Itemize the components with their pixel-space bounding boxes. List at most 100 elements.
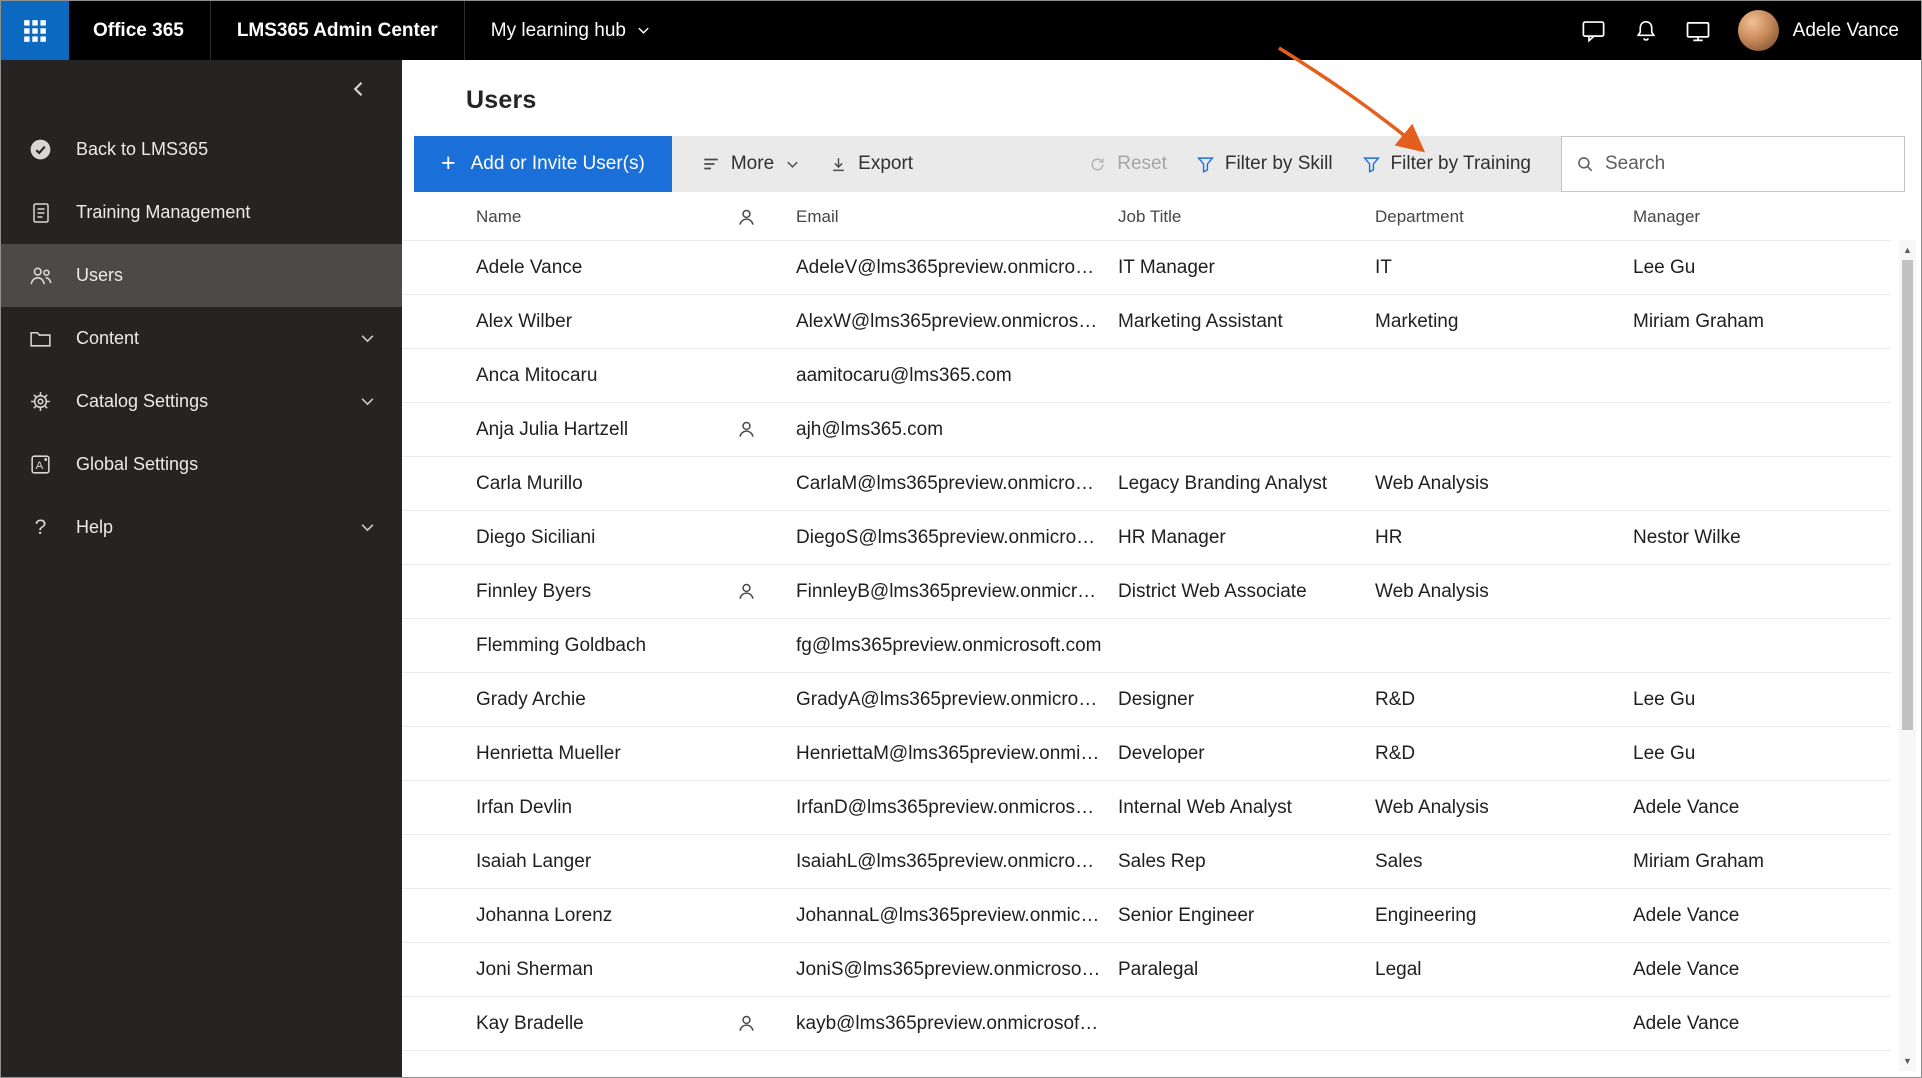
table-row[interactable]: Kay Bradelle kayb@lms365preview.onmicros…	[402, 997, 1891, 1051]
table-row[interactable]: Anca Mitocaru aamitocaru@lms365.com	[402, 349, 1891, 403]
user-email: ajh@lms365.com	[796, 418, 944, 440]
sidebar: Back to LMS365 Training Management Users	[1, 60, 402, 1077]
search-input[interactable]	[1605, 153, 1890, 175]
user-name: Finnley Byers	[476, 580, 592, 602]
column-header-email[interactable]: Email	[796, 207, 1118, 227]
user-manager: Adele Vance	[1633, 958, 1740, 980]
bell-icon[interactable]	[1620, 1, 1672, 60]
app-launcher-button[interactable]	[1, 1, 69, 60]
column-header-department[interactable]: Department	[1375, 207, 1633, 227]
scroll-down-button[interactable]: ▼	[1899, 1051, 1916, 1071]
column-header-job-title[interactable]: Job Title	[1118, 207, 1375, 227]
user-department: Sales	[1375, 850, 1423, 872]
user-name: Carla Murillo	[476, 472, 583, 494]
sidebar-item-label: Training Management	[76, 202, 251, 222]
sidebar-item-content[interactable]: Content	[1, 307, 402, 370]
filter-by-skill-button[interactable]: Filter by Skill	[1196, 153, 1333, 175]
sidebar-item-label: Back to LMS365	[76, 139, 209, 159]
funnel-icon	[1196, 156, 1214, 173]
user-name: Isaiah Langer	[476, 850, 592, 872]
sidebar-item-training-management[interactable]: Training Management	[1, 181, 402, 244]
user-department: Web Analysis	[1375, 580, 1489, 602]
reset-button[interactable]: Reset	[1089, 153, 1167, 175]
office365-home-link[interactable]: Office 365	[69, 1, 210, 60]
lms365-logo-icon	[27, 136, 54, 163]
page: Office 365 LMS365 Admin Center My learni…	[0, 0, 1922, 1078]
user-department: HR	[1375, 526, 1403, 548]
user-name-label[interactable]: Adele Vance	[1793, 20, 1899, 42]
table-row[interactable]: Henrietta Mueller HenriettaM@lms365previ…	[402, 727, 1891, 781]
top-bar: Office 365 LMS365 Admin Center My learni…	[1, 1, 1921, 60]
lines-icon	[702, 155, 720, 173]
scrollbar-track[interactable]	[1899, 260, 1916, 1051]
guest-icon	[737, 1014, 796, 1033]
topbar-right: Adele Vance	[1568, 1, 1921, 60]
user-job-title: District Web Associate	[1118, 580, 1307, 602]
user-avatar[interactable]	[1737, 10, 1779, 51]
admin-center-link[interactable]: LMS365 Admin Center	[211, 1, 464, 60]
user-manager: Adele Vance	[1633, 796, 1740, 818]
sidebar-item-label: Help	[76, 517, 114, 537]
sidebar-item-back-to-lms365[interactable]: Back to LMS365	[1, 118, 402, 181]
table-row[interactable]: Anja Julia Hartzell ajh@lms365.com	[402, 403, 1891, 457]
user-name: Flemming Goldbach	[476, 634, 647, 656]
collapse-sidebar-button[interactable]	[342, 72, 376, 106]
add-or-invite-users-button[interactable]: + Add or Invite User(s)	[414, 136, 672, 192]
sidebar-item-catalog-settings[interactable]: Catalog Settings	[1, 370, 402, 433]
user-job-title: Designer	[1118, 688, 1195, 710]
table-row[interactable]: Alex Wilber AlexW@lms365preview.onmicros…	[402, 295, 1891, 349]
search-icon	[1576, 155, 1594, 173]
column-header-name[interactable]: Name	[476, 207, 737, 227]
user-job-title: Marketing Assistant	[1118, 310, 1283, 332]
user-name: Kay Bradelle	[476, 1012, 584, 1034]
user-department: Legal	[1375, 958, 1422, 980]
table-row[interactable]: Irfan Devlin IrfanD@lms365preview.onmicr…	[402, 781, 1891, 835]
table-row[interactable]: Joni Sherman JoniS@lms365preview.onmicro…	[402, 943, 1891, 997]
chat-icon[interactable]	[1568, 1, 1620, 60]
user-email: fg@lms365preview.onmicrosoft.com	[796, 634, 1102, 656]
table-row[interactable]: Isaiah Langer IsaiahL@lms365preview.onmi…	[402, 835, 1891, 889]
global-settings-icon: A	[27, 451, 54, 478]
chevron-down-icon	[359, 330, 376, 347]
sidebar-item-users[interactable]: Users	[1, 244, 402, 307]
user-manager: Miriam Graham	[1633, 850, 1764, 872]
table-row[interactable]: Diego Siciliani DiegoS@lms365preview.onm…	[402, 511, 1891, 565]
table-row[interactable]: Carla Murillo CarlaM@lms365preview.onmic…	[402, 457, 1891, 511]
column-header-manager[interactable]: Manager	[1633, 207, 1891, 227]
export-label: Export	[858, 153, 914, 174]
user-department: R&D	[1375, 688, 1416, 710]
scroll-up-button[interactable]: ▲	[1899, 240, 1916, 260]
table-row[interactable]: Johanna Lorenz JohannaL@lms365preview.on…	[402, 889, 1891, 943]
user-manager: Adele Vance	[1633, 1012, 1740, 1034]
reset-icon	[1089, 156, 1106, 173]
export-button[interactable]: Export	[830, 153, 913, 175]
user-manager: Adele Vance	[1633, 904, 1740, 926]
sidebar-item-label: Users	[76, 265, 124, 285]
user-department: Marketing	[1375, 310, 1459, 332]
learning-hub-menu[interactable]: My learning hub	[465, 1, 677, 60]
table-row[interactable]: Finnley Byers FinnleyB@lms365preview.onm…	[402, 565, 1891, 619]
table-row[interactable]: Flemming Goldbach fg@lms365preview.onmic…	[402, 619, 1891, 673]
chevron-down-icon	[636, 23, 651, 38]
filter-by-training-button[interactable]: Filter by Training	[1362, 153, 1531, 175]
user-name: Anja Julia Hartzell	[476, 418, 629, 440]
waffle-icon	[22, 18, 48, 44]
sidebar-item-global-settings[interactable]: A Global Settings	[1, 433, 402, 496]
user-email: GradyA@lms365preview.onmicrosoft.…	[796, 688, 1118, 710]
more-menu-button[interactable]: More	[702, 153, 800, 175]
scrollbar-thumb[interactable]	[1902, 260, 1913, 730]
table-row[interactable]: Adele Vance AdeleV@lms365preview.onmicro…	[402, 241, 1891, 295]
learning-hub-label: My learning hub	[490, 19, 626, 41]
gear-icon	[27, 388, 54, 415]
user-job-title: Legacy Branding Analyst	[1118, 472, 1328, 494]
filter-by-skill-label: Filter by Skill	[1224, 153, 1333, 174]
table-row[interactable]: Grady Archie GradyA@lms365preview.onmicr…	[402, 673, 1891, 727]
user-name: Irfan Devlin	[476, 796, 573, 818]
monitor-icon[interactable]	[1672, 1, 1724, 60]
user-manager: Lee Gu	[1633, 688, 1696, 710]
table-header: Name Email Job Title Department Manager	[402, 194, 1891, 241]
user-name: Johanna Lorenz	[476, 904, 613, 926]
training-icon	[27, 199, 54, 226]
sidebar-item-help[interactable]: ? Help	[1, 496, 402, 559]
guest-column-header-icon[interactable]	[737, 208, 796, 227]
